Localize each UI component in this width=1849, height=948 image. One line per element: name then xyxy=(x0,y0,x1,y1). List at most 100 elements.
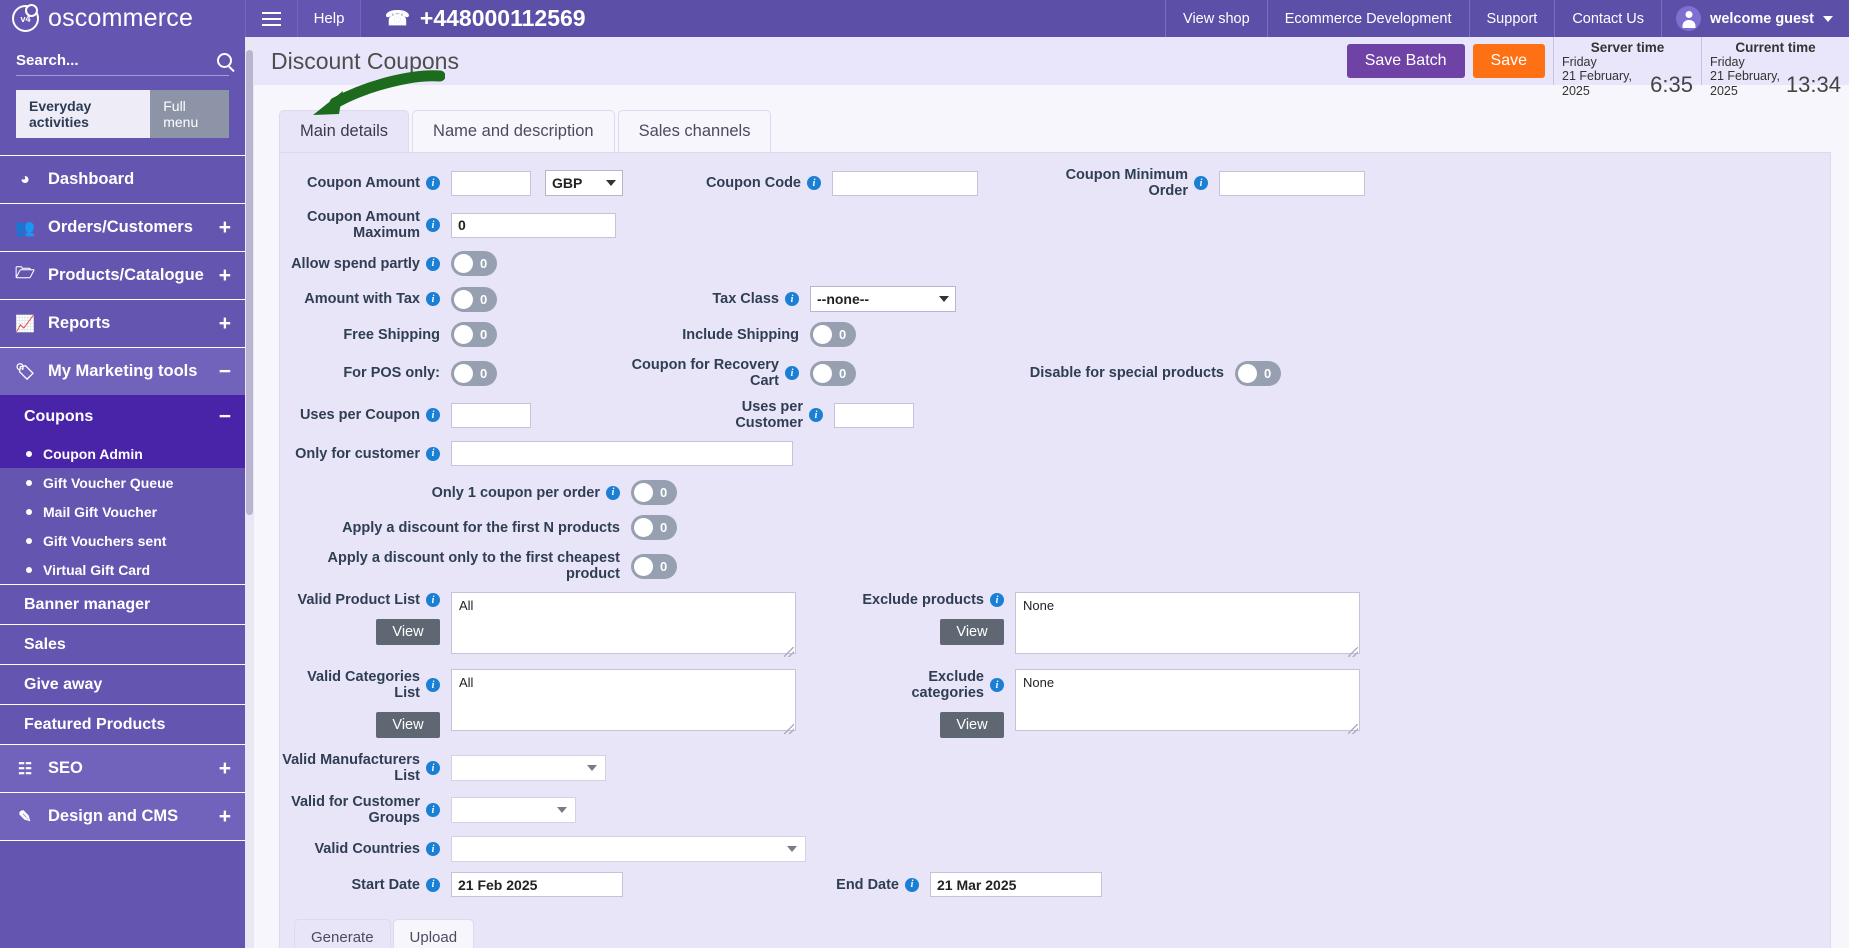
view-button-valid-product-list[interactable]: View xyxy=(376,619,440,645)
textarea-valid-product-list[interactable]: All xyxy=(451,592,796,654)
info-icon-valid-categories-list[interactable]: i xyxy=(426,678,440,692)
info-icon-tax-class[interactable]: i xyxy=(785,292,799,306)
nav-view-shop[interactable]: View shop xyxy=(1165,0,1267,37)
sidebar-item-sales[interactable]: Sales xyxy=(0,624,245,664)
user-menu[interactable]: welcome guest xyxy=(1661,0,1849,37)
sidebar-item-orders-customers[interactable]: 👥 Orders/Customers + xyxy=(0,203,245,251)
tab-generate[interactable]: Generate xyxy=(294,919,391,948)
brand-logo[interactable]: v4 oscommerce xyxy=(0,0,245,37)
save-button[interactable]: Save xyxy=(1472,44,1545,78)
info-icon-allow-spend-partly[interactable]: i xyxy=(426,256,440,271)
tab-name-and-description[interactable]: Name and description xyxy=(412,110,615,152)
nav-support[interactable]: Support xyxy=(1468,0,1555,37)
resize-handle-icon[interactable] xyxy=(1348,647,1358,657)
toggle-disable-for-special-products[interactable]: 0 xyxy=(1235,360,1281,386)
sidebar-item-give-away[interactable]: Give away xyxy=(0,664,245,704)
search-input[interactable] xyxy=(16,52,217,69)
input-coupon-code[interactable] xyxy=(832,170,978,196)
info-icon-valid-product-list[interactable]: i xyxy=(426,593,440,607)
sidebar-item-partial[interactable] xyxy=(0,840,245,854)
info-icon-exclude-products[interactable]: i xyxy=(990,593,1004,607)
resize-handle-icon[interactable] xyxy=(784,724,794,734)
sidebar-item-products-catalogue[interactable]: 🗁 Products/Catalogue + xyxy=(0,251,245,299)
toggle-for-pos-only[interactable]: 0 xyxy=(451,360,497,386)
save-batch-button[interactable]: Save Batch xyxy=(1346,44,1465,78)
nav-ecommerce-development[interactable]: Ecommerce Development xyxy=(1266,0,1469,37)
expand-plus-icon-design[interactable]: + xyxy=(219,806,231,827)
sidebar-item-reports[interactable]: 📈 Reports + xyxy=(0,299,245,347)
content-scrollbar-thumb[interactable] xyxy=(246,50,253,515)
sidebar-item-gift-vouchers-sent[interactable]: Gift Vouchers sent xyxy=(0,526,245,555)
select-tax-class[interactable]: --none-- xyxy=(810,286,956,312)
info-icon-exclude-categories[interactable]: i xyxy=(990,678,1004,692)
resize-handle-icon[interactable] xyxy=(784,647,794,657)
toggle-only-1-coupon-per-order[interactable]: 0 xyxy=(631,480,677,505)
tab-main-details[interactable]: Main details xyxy=(279,110,410,152)
input-coupon-amount[interactable] xyxy=(451,170,531,196)
sidebar-search[interactable] xyxy=(16,52,232,76)
view-button-valid-categories-list[interactable]: View xyxy=(376,712,440,738)
sidebar-item-virtual-gift-card[interactable]: Virtual Gift Card xyxy=(0,555,245,584)
select-valid-manufacturers-list[interactable] xyxy=(451,755,606,781)
toggle-coupon-for-recovery-cart[interactable]: 0 xyxy=(810,360,856,386)
sidebar-item-featured-products[interactable]: Featured Products xyxy=(0,704,245,744)
view-button-exclude-categories[interactable]: View xyxy=(940,712,1004,738)
info-icon-end-date[interactable]: i xyxy=(905,877,919,892)
toggle-first-cheapest-product[interactable]: 0 xyxy=(631,553,677,579)
collapse-minus-icon-coupons[interactable]: − xyxy=(219,405,231,429)
sidebar-item-banner-manager[interactable]: Banner manager xyxy=(0,584,245,624)
input-start-date[interactable] xyxy=(451,872,623,897)
input-uses-per-coupon[interactable] xyxy=(451,402,531,428)
info-icon-coupon-amount[interactable]: i xyxy=(426,176,440,190)
info-icon-uses-per-customer[interactable]: i xyxy=(809,408,823,422)
tab-everyday-activities[interactable]: Everyday activities xyxy=(16,90,151,138)
info-icon-amount-with-tax[interactable]: i xyxy=(426,292,440,306)
nav-contact-us[interactable]: Contact Us xyxy=(1554,0,1661,37)
sidebar-item-design-and-cms[interactable]: ✎ Design and CMS + xyxy=(0,792,245,840)
textarea-exclude-products[interactable]: None xyxy=(1015,592,1360,654)
sidebar-item-my-marketing-tools[interactable]: 🏷 My Marketing tools − xyxy=(0,347,245,395)
info-icon-coupon-minimum-order[interactable]: i xyxy=(1194,176,1208,190)
toggle-allow-spend-partly[interactable]: 0 xyxy=(451,251,497,276)
expand-plus-icon-seo[interactable]: + xyxy=(219,758,231,779)
input-coupon-minimum-order[interactable] xyxy=(1219,170,1365,196)
sidebar-item-dashboard[interactable]: ◕ Dashboard xyxy=(0,155,245,203)
tab-full-menu[interactable]: Full menu xyxy=(150,90,229,138)
tab-sales-channels[interactable]: Sales channels xyxy=(617,110,772,152)
select-valid-for-customer-groups[interactable] xyxy=(451,797,576,823)
select-currency[interactable]: GBP xyxy=(545,170,623,196)
input-only-for-customer[interactable] xyxy=(451,441,793,466)
sidebar-item-coupon-admin[interactable]: Coupon Admin xyxy=(0,439,245,468)
help-button[interactable]: Help xyxy=(297,0,361,37)
toggle-first-n-products[interactable]: 0 xyxy=(631,515,677,540)
sidebar-group-coupons[interactable]: Coupons − xyxy=(0,395,245,439)
info-icon-valid-countries[interactable]: i xyxy=(426,842,440,856)
info-icon-coupon-amount-maximum[interactable]: i xyxy=(426,218,440,232)
sidebar-item-seo[interactable]: ☷ SEO + xyxy=(0,744,245,792)
toggle-free-shipping[interactable]: 0 xyxy=(451,322,497,347)
expand-plus-icon-products[interactable]: + xyxy=(219,265,231,286)
input-coupon-amount-maximum[interactable] xyxy=(451,212,616,238)
resize-handle-icon[interactable] xyxy=(1348,724,1358,734)
info-icon-start-date[interactable]: i xyxy=(426,877,440,892)
collapse-minus-icon-marketing[interactable]: − xyxy=(219,361,231,382)
input-end-date[interactable] xyxy=(930,872,1102,897)
info-icon-only-1-coupon-per-order[interactable]: i xyxy=(606,485,620,500)
search-icon[interactable] xyxy=(217,53,232,68)
input-uses-per-customer[interactable] xyxy=(834,402,914,428)
view-button-exclude-products[interactable]: View xyxy=(940,619,1004,645)
sidebar-item-mail-gift-voucher[interactable]: Mail Gift Voucher xyxy=(0,497,245,526)
info-icon-valid-for-customer-groups[interactable]: i xyxy=(426,803,440,817)
textarea-valid-categories-list[interactable]: All xyxy=(451,669,796,731)
hamburger-menu-icon[interactable] xyxy=(245,0,297,37)
info-icon-coupon-for-recovery-cart[interactable]: i xyxy=(785,366,799,380)
info-icon-only-for-customer[interactable]: i xyxy=(426,446,440,461)
info-icon-valid-manufacturers-list[interactable]: i xyxy=(426,761,440,775)
sidebar-item-gift-voucher-queue[interactable]: Gift Voucher Queue xyxy=(0,468,245,497)
textarea-exclude-categories[interactable]: None xyxy=(1015,669,1360,731)
info-icon-coupon-code[interactable]: i xyxy=(807,176,821,190)
expand-plus-icon-reports[interactable]: + xyxy=(219,313,231,334)
select-valid-countries[interactable] xyxy=(451,836,806,862)
toggle-include-shipping[interactable]: 0 xyxy=(810,322,856,347)
tab-upload[interactable]: Upload xyxy=(392,919,475,948)
